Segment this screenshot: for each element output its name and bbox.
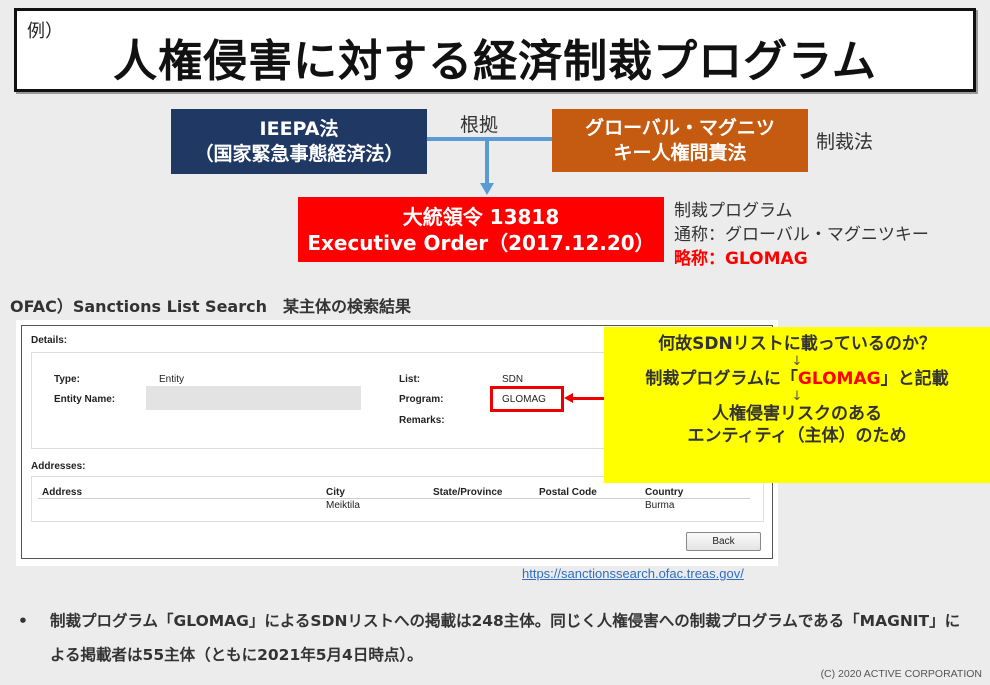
address-country: Burma bbox=[645, 500, 675, 511]
callout-glomag-highlight: GLOMAG bbox=[797, 369, 881, 390]
arrow-down-icon bbox=[480, 183, 494, 195]
entity-name-label: Entity Name: bbox=[54, 394, 116, 405]
eo-line2: Executive Order（2017.12.20） bbox=[307, 230, 655, 255]
sanction-law-label: 制裁法 bbox=[816, 131, 874, 153]
country-column-header: Country bbox=[645, 487, 684, 498]
eo-line1: 大統領令 13818 bbox=[402, 204, 560, 229]
ieepa-law-box: IEEPA法 （国家緊急事態経済法） bbox=[171, 109, 427, 174]
program-info: 制裁プログラム 通称：グローバル・マグニツキー 略称：GLOMAG bbox=[674, 200, 929, 271]
state-column-header: State/Province bbox=[433, 487, 503, 498]
connector-vertical bbox=[485, 139, 489, 184]
executive-order-box: 大統領令 13818 Executive Order（2017.12.20） bbox=[298, 197, 664, 262]
bullet-icon: • bbox=[18, 612, 28, 630]
address-column-header: Address bbox=[42, 487, 83, 498]
bullet-text: 制裁プログラム「GLOMAG」によるSDNリストへの掲載は248主体。同じく人権… bbox=[50, 612, 961, 664]
callout-line1: 何故SDNリストに載っているのか？ bbox=[658, 334, 936, 354]
ieepa-line2: （国家緊急事態経済法） bbox=[194, 142, 404, 165]
basis-label: 根拠 bbox=[460, 114, 499, 136]
city-column-header: City bbox=[326, 487, 345, 498]
explanation-callout: 何故SDNリストに載っているのか？ ↓ 制裁プログラムに「GLOMAG」と記載 … bbox=[604, 327, 990, 483]
program-label: Program: bbox=[399, 394, 444, 405]
remarks-label: Remarks: bbox=[399, 415, 445, 426]
details-label: Details: bbox=[31, 335, 68, 346]
postal-column-header: Postal Code bbox=[539, 487, 597, 498]
address-header-divider bbox=[38, 498, 750, 499]
source-url-link[interactable]: https://sanctionssearch.ofac.treas.gov/ bbox=[522, 566, 744, 581]
list-value: SDN bbox=[502, 374, 524, 385]
program-info-line2: 通称：グローバル・マグニツキー bbox=[674, 224, 929, 245]
program-info-abbr: 略称：GLOMAG bbox=[674, 248, 808, 269]
arrow-down-icon: ↓ bbox=[791, 389, 803, 405]
callout-line2-post: 」と記載 bbox=[880, 369, 949, 390]
addresses-label: Addresses: bbox=[31, 461, 86, 472]
program-info-line1: 制裁プログラム bbox=[674, 201, 793, 221]
ieepa-line1: IEEPA法 bbox=[259, 117, 339, 140]
callout-line2: 制裁プログラムに「GLOMAG」と記載 bbox=[604, 368, 990, 390]
arrow-down-icon: ↓ bbox=[791, 354, 803, 370]
address-city: Meiktila bbox=[326, 500, 360, 511]
magnitsky-line2: キー人権問責法 bbox=[613, 141, 747, 164]
back-button[interactable]: Back bbox=[686, 532, 761, 551]
entity-name-redacted bbox=[146, 386, 361, 410]
type-value: Entity bbox=[159, 374, 185, 385]
title-box: 例） 人権侵害に対する経済制裁プログラム bbox=[14, 8, 976, 92]
list-label: List: bbox=[399, 374, 421, 385]
type-label: Type: bbox=[54, 374, 80, 385]
connector-horizontal bbox=[427, 137, 552, 141]
page-title: 人権侵害に対する経済制裁プログラム bbox=[113, 36, 877, 87]
magnitsky-act-box: グローバル・マグニツ キー人権問責法 bbox=[552, 109, 808, 172]
ofac-heading: OFAC）Sanctions List Search 某主体の検索結果 bbox=[10, 297, 411, 316]
callout-line4: エンティティ（主体）のため bbox=[687, 426, 907, 447]
callout-line2-pre: 制裁プログラムに「 bbox=[645, 369, 798, 390]
copyright: (C) 2020 ACTIVE CORPORATION bbox=[820, 668, 982, 680]
callout-line3: 人権侵害リスクのある bbox=[712, 404, 882, 425]
magnitsky-line1: グローバル・マグニツ bbox=[585, 116, 775, 139]
program-value: GLOMAG bbox=[502, 394, 546, 405]
bullet-note: • 制裁プログラム「GLOMAG」によるSDNリストへの掲載は248主体。同じく… bbox=[18, 604, 968, 672]
